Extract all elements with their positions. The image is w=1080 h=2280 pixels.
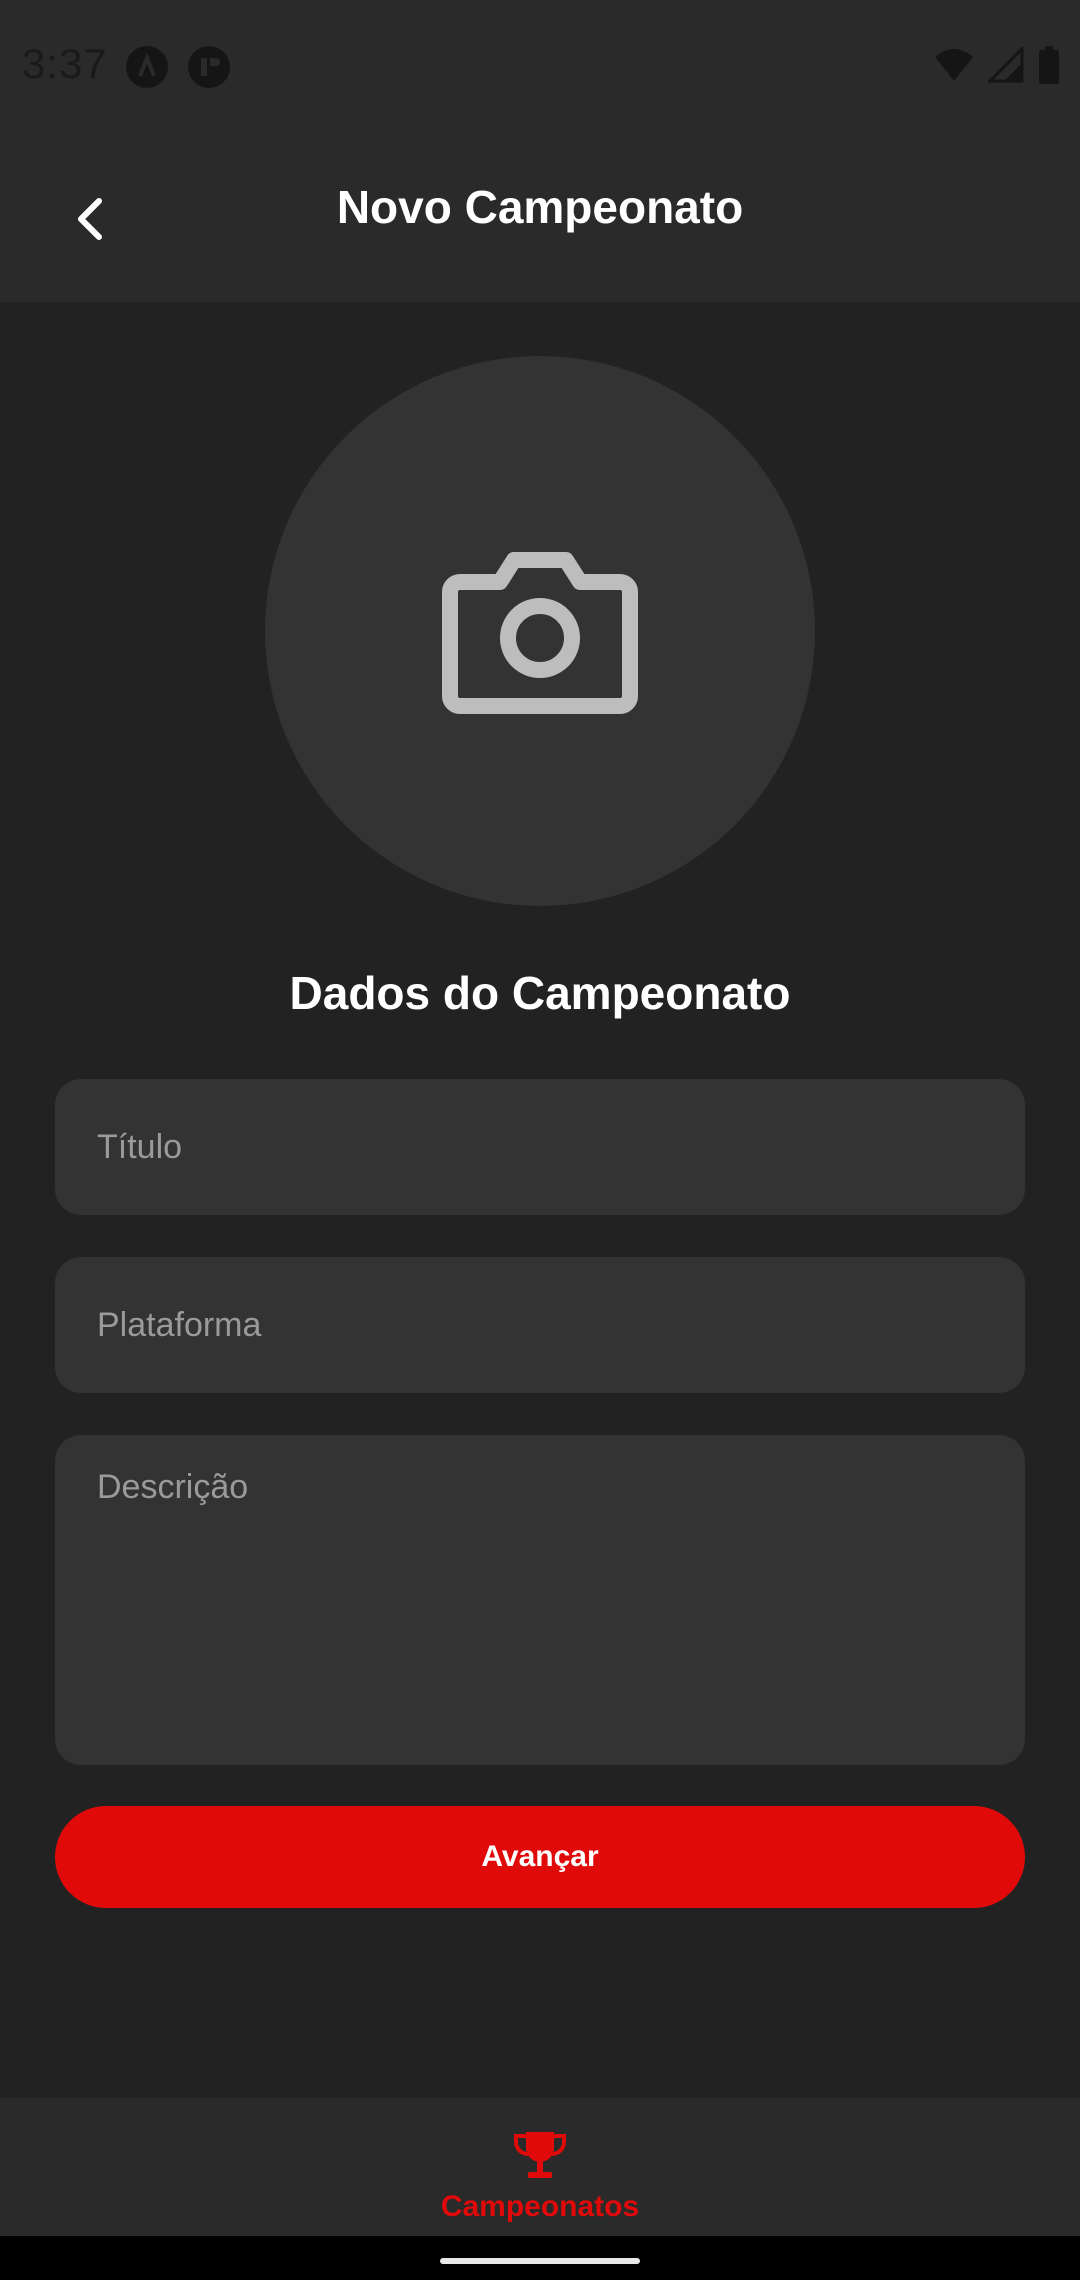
status-bar: 3:37 bbox=[0, 0, 1080, 134]
trophy-icon bbox=[514, 2132, 566, 2178]
battery-icon bbox=[1039, 46, 1059, 84]
title-input[interactable] bbox=[55, 1079, 1025, 1215]
section-title: Dados do Campeonato bbox=[289, 967, 791, 1019]
status-time: 3:37 bbox=[22, 40, 108, 87]
app-notification-icon bbox=[126, 46, 168, 88]
home-gesture-bar[interactable] bbox=[440, 2258, 640, 2264]
wifi-icon bbox=[935, 49, 973, 81]
nav-item-campeonatos[interactable]: Campeonatos bbox=[0, 2128, 1080, 2224]
gesture-area bbox=[0, 2236, 1080, 2280]
platform-input[interactable] bbox=[55, 1257, 1025, 1393]
status-right-icons bbox=[934, 46, 1060, 84]
advance-button[interactable]: Avançar bbox=[55, 1806, 1025, 1908]
description-input[interactable] bbox=[55, 1435, 1025, 1765]
bottom-nav: Campeonatos bbox=[0, 2098, 1080, 2236]
app-header: Novo Campeonato bbox=[0, 134, 1080, 302]
nav-item-label: Campeonatos bbox=[440, 2190, 640, 2223]
page-title: Novo Campeonato bbox=[336, 181, 744, 233]
camera-icon bbox=[442, 552, 638, 714]
signal-icon bbox=[988, 47, 1024, 83]
screen: 3:37 Novo Campeonato Dados do Campeonato bbox=[0, 0, 1080, 2280]
photo-picker[interactable] bbox=[265, 356, 815, 906]
app-notification-icon-2 bbox=[188, 46, 230, 88]
